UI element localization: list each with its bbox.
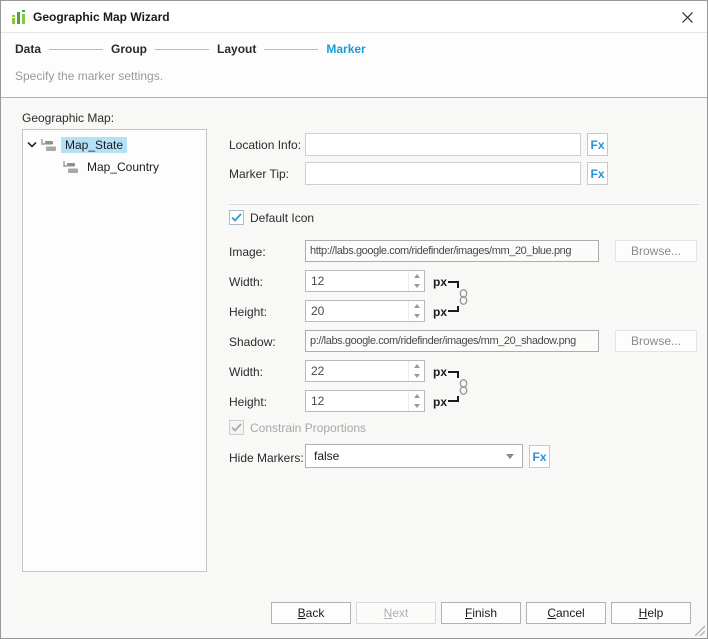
spinner-buttons[interactable]: [408, 391, 424, 411]
shadow-width-label: Width:: [229, 365, 263, 379]
shadow-height-stepper[interactable]: [305, 390, 425, 412]
image-width-stepper[interactable]: [305, 270, 425, 292]
link-icon: [457, 378, 470, 396]
shadow-height-unit: px: [433, 395, 447, 409]
step-connector: [155, 49, 209, 50]
spinner-buttons[interactable]: [408, 271, 424, 291]
spin-up-icon: [414, 394, 420, 398]
step-layout[interactable]: Layout: [217, 42, 256, 56]
spin-down-icon: [414, 374, 420, 378]
shadow-width-input[interactable]: [306, 361, 406, 381]
spin-down-icon: [414, 404, 420, 408]
marker-tip-label: Marker Tip:: [229, 167, 289, 181]
step-connector: [49, 49, 103, 50]
shadow-url-field[interactable]: p://labs.google.com/ridefinder/images/mm…: [305, 330, 599, 352]
chevron-down-icon[interactable]: [27, 141, 39, 149]
constrain-proportions-label: Constrain Proportions: [250, 421, 366, 435]
step-data[interactable]: Data: [15, 42, 41, 56]
image-width-input[interactable]: [306, 271, 406, 291]
location-info-input[interactable]: [305, 133, 581, 156]
spin-up-icon: [414, 274, 420, 278]
spinner-buttons[interactable]: [408, 361, 424, 381]
next-button: Next: [356, 602, 436, 624]
cancel-button[interactable]: Cancel: [526, 602, 606, 624]
image-height-input[interactable]: [306, 301, 406, 321]
image-height-unit: px: [433, 305, 447, 319]
default-icon-label: Default Icon: [250, 211, 314, 225]
image-height-stepper[interactable]: [305, 300, 425, 322]
titlebar: Geographic Map Wizard: [1, 1, 707, 33]
geographic-map-wizard-dialog: Geographic Map Wizard Data Group Layout …: [0, 0, 708, 639]
map-layer-icon: [63, 161, 79, 174]
tree-label: Geographic Map:: [22, 111, 114, 125]
image-label: Image:: [229, 245, 266, 259]
image-width-label: Width:: [229, 275, 263, 289]
location-info-label: Location Info:: [229, 138, 301, 152]
geographic-map-tree: Map_State Map_Country: [22, 129, 207, 572]
tree-item-label: Map_State: [61, 137, 127, 153]
step-description: Specify the marker settings.: [15, 69, 163, 83]
resize-grip[interactable]: [692, 623, 705, 636]
app-chart-icon: [11, 9, 27, 25]
image-browse-button[interactable]: Browse...: [615, 240, 697, 262]
spin-up-icon: [414, 364, 420, 368]
marker-tip-input[interactable]: [305, 162, 581, 185]
shadow-width-unit: px: [433, 365, 447, 379]
link-icon: [457, 288, 470, 306]
hide-markers-value: false: [314, 449, 339, 463]
close-icon: [682, 12, 693, 23]
tree-item-label: Map_Country: [83, 159, 163, 175]
shadow-label: Shadow:: [229, 335, 276, 349]
shadow-width-stepper[interactable]: [305, 360, 425, 382]
shadow-browse-button[interactable]: Browse...: [615, 330, 697, 352]
shadow-height-label: Height:: [229, 395, 267, 409]
hide-markers-label: Hide Markers:: [229, 451, 304, 465]
step-connector: [264, 49, 318, 50]
finish-button[interactable]: Finish: [441, 602, 521, 624]
dropdown-arrow-icon: [506, 454, 514, 459]
check-icon: [231, 423, 242, 432]
default-icon-checkbox[interactable]: [229, 210, 244, 225]
spinner-buttons[interactable]: [408, 301, 424, 321]
window-title: Geographic Map Wizard: [33, 1, 170, 33]
spin-down-icon: [414, 314, 420, 318]
image-height-label: Height:: [229, 305, 267, 319]
image-width-unit: px: [433, 275, 447, 289]
tree-item-map-country[interactable]: Map_Country: [23, 156, 206, 178]
wizard-steps: Data Group Layout Marker: [15, 34, 366, 64]
help-button[interactable]: Help: [611, 602, 691, 624]
shadow-height-input[interactable]: [306, 391, 406, 411]
section-divider: [229, 204, 699, 205]
spin-up-icon: [414, 304, 420, 308]
hide-markers-dropdown[interactable]: false: [305, 444, 523, 468]
step-group[interactable]: Group: [111, 42, 147, 56]
step-marker[interactable]: Marker: [326, 42, 365, 56]
back-button[interactable]: Back: [271, 602, 351, 624]
map-layer-icon: [41, 139, 57, 152]
image-url-field[interactable]: http://labs.google.com/ridefinder/images…: [305, 240, 599, 262]
spin-down-icon: [414, 284, 420, 288]
constrain-proportions-checkbox: [229, 420, 244, 435]
hide-markers-fx-button[interactable]: Fx: [529, 445, 550, 468]
marker-tip-fx-button[interactable]: Fx: [587, 162, 608, 185]
close-button[interactable]: [671, 1, 703, 33]
check-icon: [231, 213, 242, 222]
location-info-fx-button[interactable]: Fx: [587, 133, 608, 156]
tree-item-map-state[interactable]: Map_State: [23, 134, 206, 156]
